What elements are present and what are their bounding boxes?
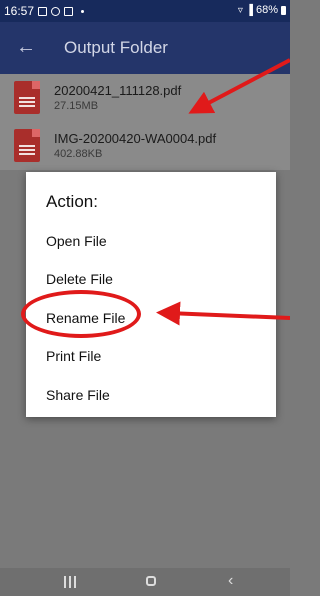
share-file-option[interactable]: Share File [46, 387, 110, 403]
page-title: Output Folder [64, 38, 168, 57]
recents-icon[interactable] [64, 576, 76, 588]
back-icon[interactable]: ‹ [228, 572, 233, 590]
gallery-icon [38, 6, 48, 16]
pdf-icon [14, 81, 40, 114]
battery-icon [281, 5, 286, 15]
file-name: IMG-20200420-WA0004.pdf [54, 131, 217, 146]
status-bar: 16:57 ▿ ▐ 68% [0, 0, 290, 22]
arrow-left-icon[interactable]: ← [16, 35, 36, 59]
file-row[interactable]: 20200421_111128.pdf 27.15MB [0, 74, 290, 122]
file-list: 20200421_111128.pdf 27.15MB IMG-20200420… [0, 74, 290, 170]
file-size: 27.15MB [54, 100, 99, 112]
annotation-circle [21, 290, 141, 338]
file-name: 20200421_111128.pdf [54, 83, 182, 98]
whatsapp-icon [51, 6, 61, 16]
pdf-icon [14, 129, 40, 162]
print-file-option[interactable]: Print File [46, 348, 101, 364]
file-row[interactable]: IMG-20200420-WA0004.pdf 402.88KB [0, 122, 290, 170]
battery-percent: 68% [255, 4, 278, 16]
delete-file-option[interactable]: Delete File [46, 271, 113, 287]
signal-icon: ▐ [245, 4, 253, 16]
navigation-bar: ‹ [0, 568, 290, 596]
notification-dot-icon [81, 9, 85, 13]
file-size: 402.88KB [54, 148, 103, 160]
home-icon[interactable] [146, 576, 156, 586]
wifi-icon: ▿ [237, 4, 243, 16]
app-bar: ← Output Folder [0, 22, 290, 74]
status-time: 16:57 [4, 4, 35, 18]
open-file-option[interactable]: Open File [46, 233, 107, 249]
dialog-title: Action: [46, 192, 98, 211]
facebook-icon [64, 6, 74, 16]
